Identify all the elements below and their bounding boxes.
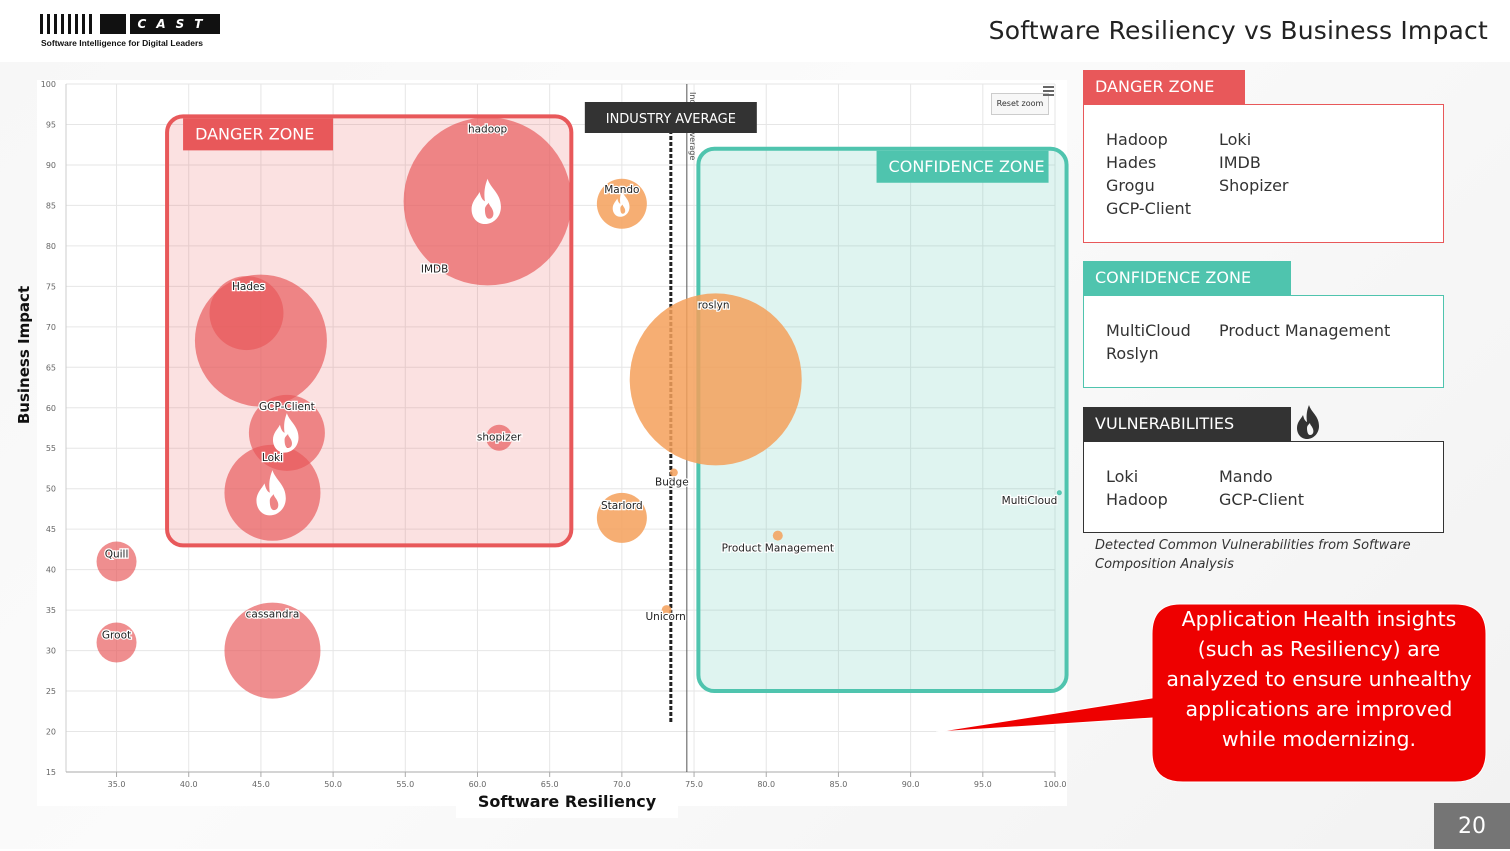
x-axis-title: Software Resiliency <box>456 788 678 818</box>
x-tick-label: 85.0 <box>830 780 848 789</box>
chart-menu-icon[interactable] <box>1043 86 1054 96</box>
bubble-label: Groot <box>102 629 131 641</box>
x-tick-label: 90.0 <box>902 780 920 789</box>
y-tick-label: 65 <box>46 363 56 372</box>
legend-item: Hadoop <box>1106 130 1168 149</box>
x-tick-label: 40.0 <box>180 780 198 789</box>
y-tick-label: 95 <box>46 120 56 129</box>
page-number: 20 <box>1434 803 1510 849</box>
legend-item: GCP-Client <box>1106 199 1191 218</box>
bubble-label: cassandra <box>246 609 300 621</box>
y-tick-label: 45 <box>46 525 56 534</box>
bubble-label: Mando <box>604 184 639 196</box>
bubble-label: Loki <box>262 452 283 464</box>
y-tick-label: 55 <box>46 444 56 453</box>
legend-danger-col2: Loki IMDB Shopizer <box>1219 128 1332 220</box>
y-tick-label: 100 <box>41 80 56 89</box>
legend-confidence-col1: MultiCloud Roslyn <box>1106 319 1219 365</box>
legend-item: Hades <box>1106 153 1157 172</box>
reset-zoom-button[interactable]: Reset zoom <box>991 93 1049 115</box>
callout-text: Application Health insights (such as Res… <box>1166 607 1472 751</box>
legend-vulnerabilities-box: Loki Hadoop Mando GCP-Client <box>1083 441 1444 533</box>
legend-danger-box: Hadoop Hades Grogu GCP-Client Loki IMDB … <box>1083 104 1444 243</box>
danger-zone-tag-label: DANGER ZONE <box>195 124 314 143</box>
y-tick-label: 75 <box>46 282 56 291</box>
bubble-quill <box>96 541 137 582</box>
y-tick-label: 25 <box>46 687 56 696</box>
bubble-label: hadoop <box>468 123 508 135</box>
y-tick-label: 70 <box>46 323 56 332</box>
bubble-groot <box>96 622 137 663</box>
bubble-label: Unicorn <box>645 611 685 623</box>
y-tick-label: 50 <box>46 485 56 494</box>
bubble-label: Starlord <box>601 500 643 512</box>
y-tick-label: 90 <box>46 161 56 170</box>
legend-item: Loki <box>1106 467 1139 486</box>
legend-item: MultiCloud <box>1106 321 1191 340</box>
x-tick-label: 55.0 <box>396 780 414 789</box>
legend-vuln-col1: Loki Hadoop <box>1106 465 1219 511</box>
y-tick-label: 15 <box>46 768 56 777</box>
bubble-label: Hades <box>232 281 265 293</box>
legend-item: Hadoop <box>1106 490 1168 509</box>
y-axis-title: Business Impact <box>15 285 33 425</box>
legend-confidence-box: MultiCloud Roslyn Product Management <box>1083 295 1444 388</box>
bubble-roslyn <box>629 293 802 466</box>
legend-item: Loki <box>1219 130 1252 149</box>
legend-item: Shopizer <box>1219 176 1289 195</box>
legend-confidence-header: CONFIDENCE ZONE <box>1083 261 1291 295</box>
y-tick-label: 40 <box>46 566 56 575</box>
bubble-label: IMDB <box>421 263 448 275</box>
y-tick-label: 20 <box>46 728 56 737</box>
legend-danger-header: DANGER ZONE <box>1083 70 1245 104</box>
bubble-multicloud <box>1056 490 1062 496</box>
legend-item: Mando <box>1219 467 1273 486</box>
confidence-zone-tag-label: CONFIDENCE ZONE <box>889 157 1045 176</box>
bubble-label: Product Management <box>722 543 834 555</box>
legend-item: Roslyn <box>1106 344 1159 363</box>
legend-danger-col1: Hadoop Hades Grogu GCP-Client <box>1106 128 1219 220</box>
y-tick-label: 30 <box>46 647 56 656</box>
bubble-label: shopizer <box>477 432 522 444</box>
bubble-label: GCP-Client <box>259 401 315 413</box>
bubble-chart[interactable]: 15 20 25 30 35 40 45 50 55 60 65 70 75 80 85 90 95 100 35.… <box>0 0 1080 830</box>
legend-item: Product Management <box>1219 321 1391 340</box>
x-tick-label: 75.0 <box>685 780 703 789</box>
x-tick-label: 35.0 <box>108 780 126 789</box>
legend-confidence-col2: Product Management <box>1219 319 1391 365</box>
legend-item: GCP-Client <box>1219 490 1304 509</box>
vulnerabilities-note: Detected Common Vulnerabilities from Sof… <box>1095 538 1411 572</box>
industry-average-tag-label: INDUSTRY AVERAGE <box>606 112 736 127</box>
legend-vuln-col2: Mando GCP-Client <box>1219 465 1332 511</box>
y-tick-label: 35 <box>46 606 56 615</box>
legend-vulnerabilities-header: VULNERABILITIES <box>1083 407 1291 441</box>
bubble-budge <box>669 468 678 477</box>
x-tick-label: 45.0 <box>252 780 270 789</box>
bubble-grogu <box>194 274 327 407</box>
y-tick-label: 60 <box>46 404 56 413</box>
legend-item: IMDB <box>1219 153 1261 172</box>
bubble-label: roslyn <box>698 299 730 311</box>
flame-icon <box>1297 405 1319 439</box>
bubble-product-management <box>772 530 783 541</box>
x-tick-label: 80.0 <box>757 780 775 789</box>
bubble-label: MultiCloud <box>1002 495 1058 507</box>
bubble-label: Quill <box>105 549 129 561</box>
y-tick-label: 80 <box>46 242 56 251</box>
y-tick-label: 85 <box>46 201 56 210</box>
legend-item: Grogu <box>1106 176 1155 195</box>
bubble-label: Budge <box>655 477 689 489</box>
x-tick-label: 50.0 <box>324 780 342 789</box>
